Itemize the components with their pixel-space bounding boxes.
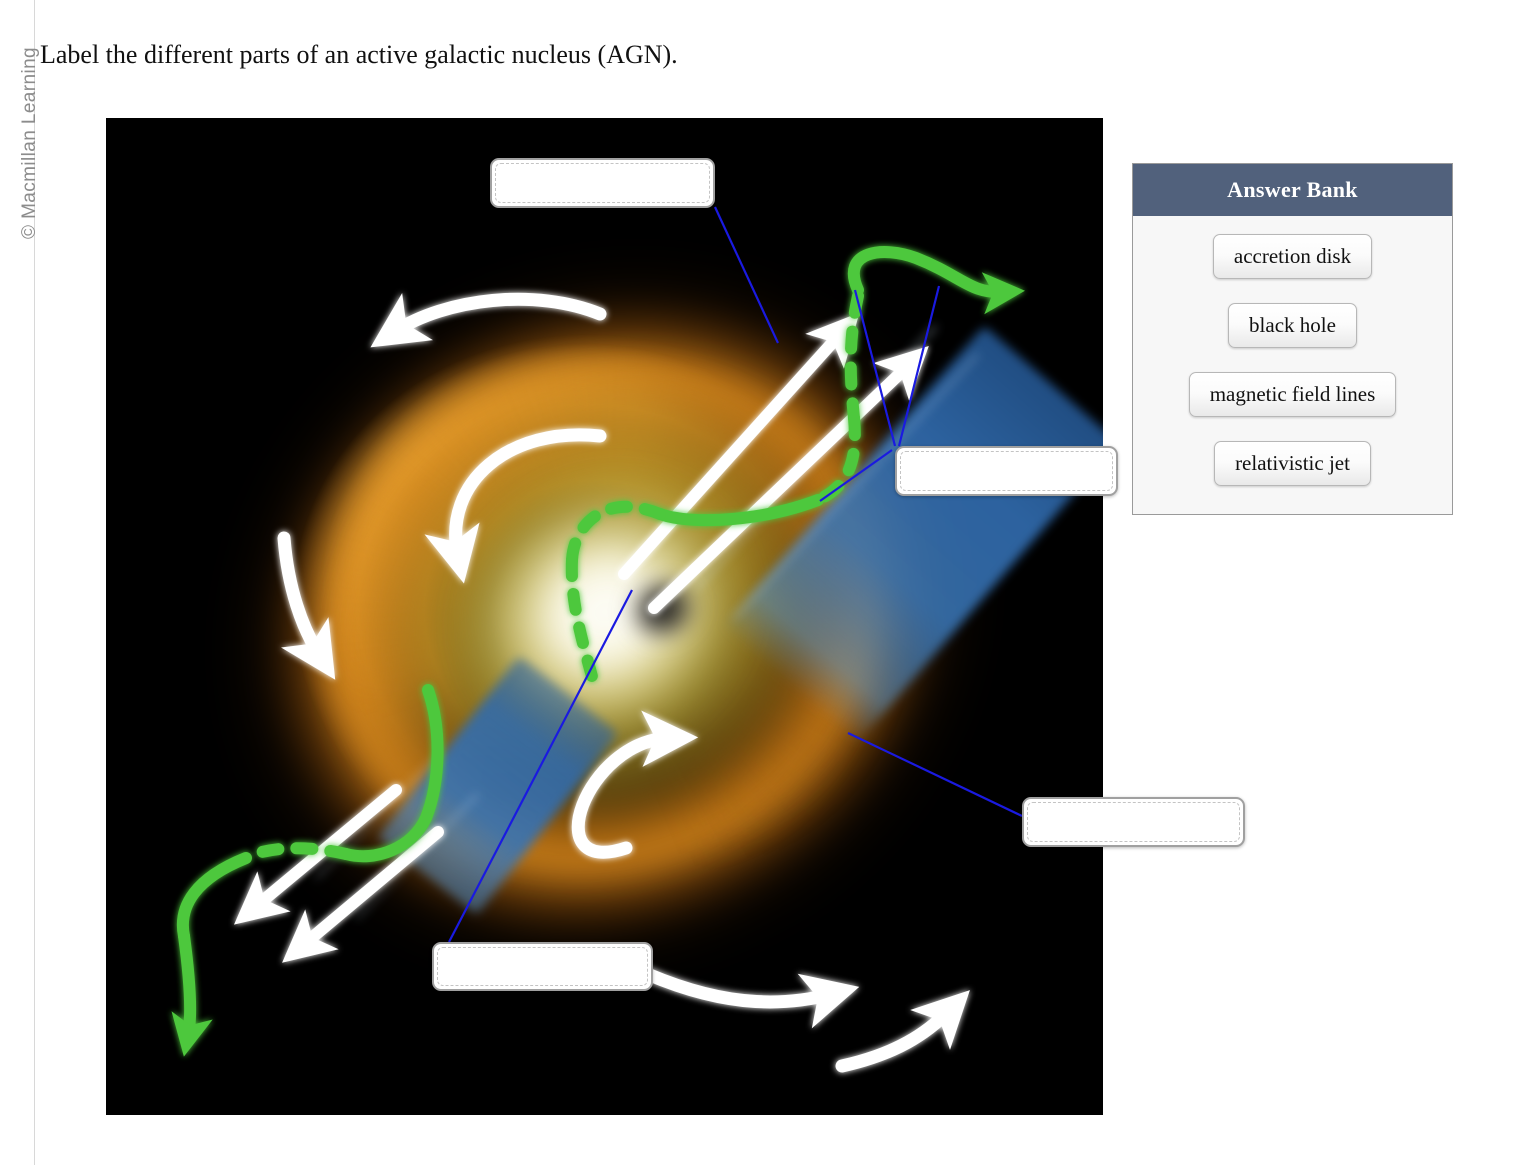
drop-target-black-hole[interactable] <box>432 942 653 991</box>
rotation-arrow-inner-upper <box>424 428 607 584</box>
field-line-upper-dashed-d <box>565 554 600 690</box>
leader-lines <box>448 206 1023 943</box>
answer-bank-panel: Answer Bank accretion disk black hole ma… <box>1132 163 1453 515</box>
answer-chip-magnetic-field-lines[interactable]: magnetic field lines <box>1188 372 1397 417</box>
answer-chip-relativistic-jet[interactable]: relativistic jet <box>1214 441 1371 486</box>
leader-line-to-disk <box>847 732 1023 817</box>
rotation-arrow-inner-lower <box>571 710 699 859</box>
leader-line-to-jet <box>714 206 779 344</box>
drop-target-accretion-disk[interactable] <box>1022 797 1245 847</box>
question-prompt: Label the different parts of an active g… <box>40 40 678 69</box>
field-line-lower-top <box>420 684 444 824</box>
answer-bank-title: Answer Bank <box>1133 164 1452 216</box>
field-line-lower-arrow <box>171 930 213 1057</box>
answer-chip-black-hole[interactable]: black hole <box>1228 303 1357 348</box>
drop-target-magnetic-field-lines[interactable] <box>895 446 1118 496</box>
drop-target-relativistic-jet[interactable] <box>490 158 715 208</box>
leader-line-to-field-1 <box>853 289 897 447</box>
copyright-text: © Macmillan Learning <box>19 46 40 240</box>
copyright-rail: © Macmillan Learning <box>0 0 40 1165</box>
answer-bank-chip-list: accretion disk black hole magnetic field… <box>1133 216 1452 486</box>
rotation-arrow-top <box>370 292 607 348</box>
field-line-upper-dashed-a <box>844 290 864 424</box>
answer-chip-accretion-disk[interactable]: accretion disk <box>1212 234 1373 279</box>
rotation-arrow-bottom <box>627 961 860 1029</box>
rotation-arrow-bottom-right <box>835 990 970 1073</box>
rotation-arrow-left <box>277 531 336 680</box>
field-line-upper-loop <box>847 246 1025 315</box>
field-line-lower-bend <box>176 852 252 942</box>
field-line-lower-dashed <box>240 842 352 864</box>
